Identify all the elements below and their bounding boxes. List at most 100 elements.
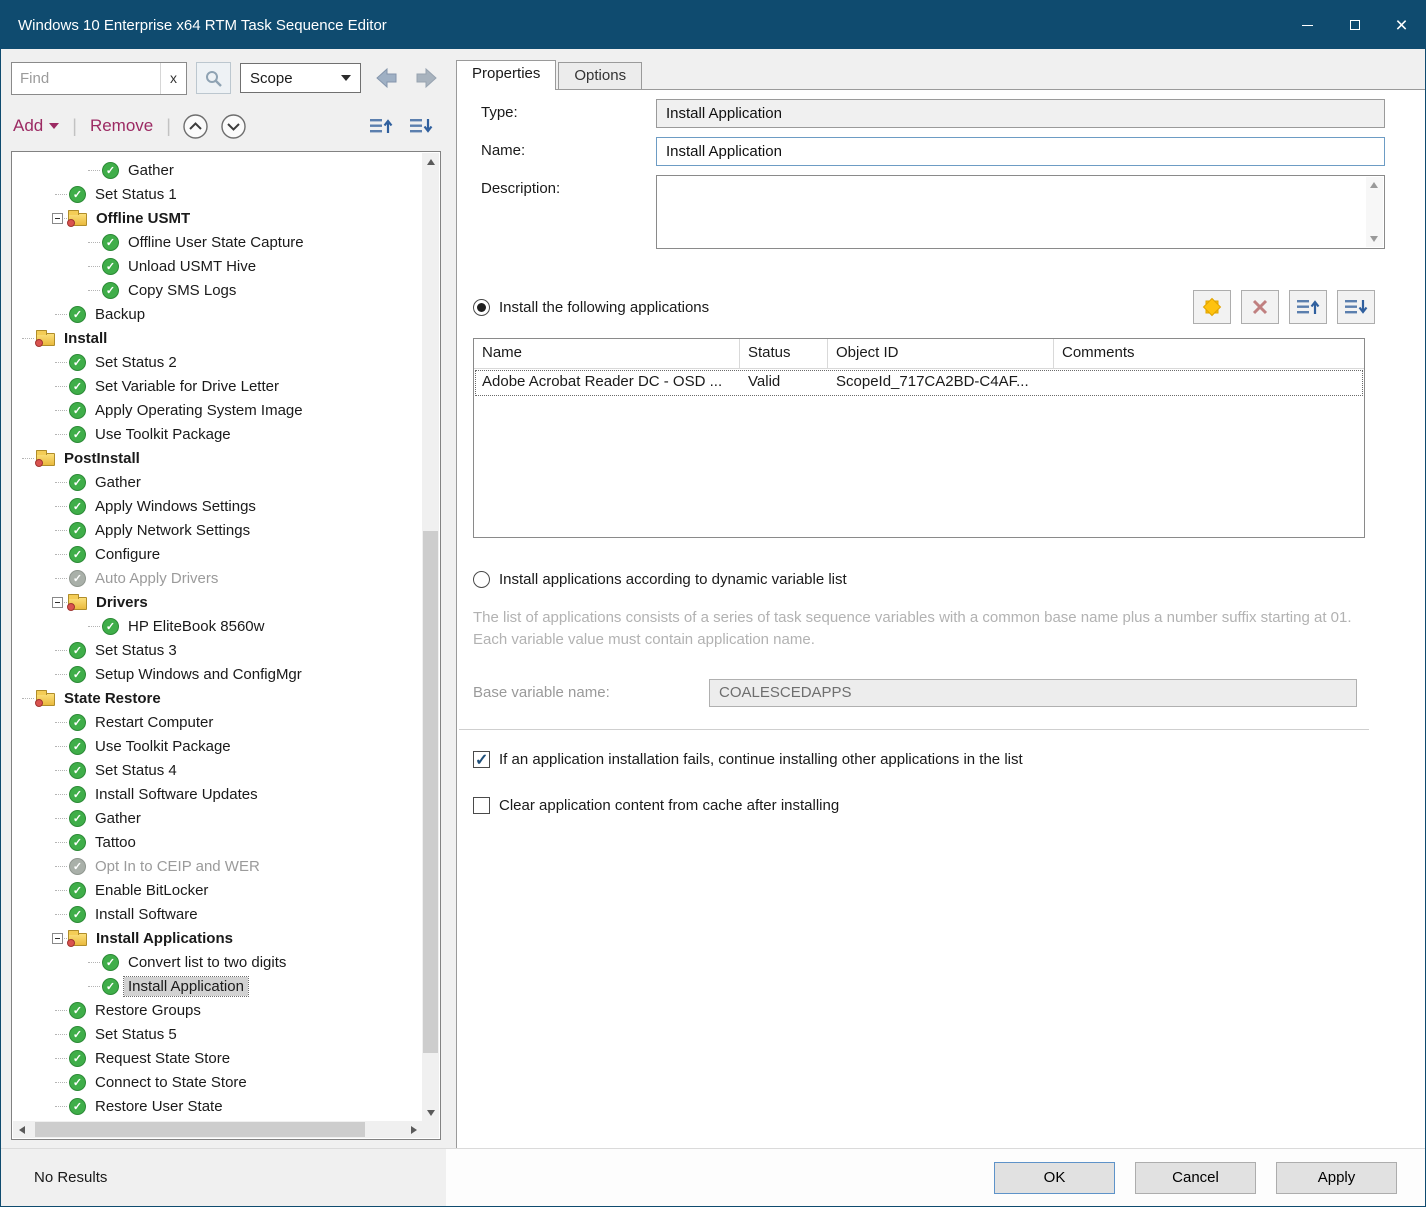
scroll-right-arrow[interactable] (405, 1121, 422, 1138)
close-button[interactable]: × (1378, 1, 1425, 49)
collapse-expander-icon[interactable] (52, 597, 63, 608)
tree-step-item[interactable]: ✓Restore User State (13, 1094, 422, 1118)
move-application-up-button[interactable] (1289, 290, 1327, 324)
name-label: Name: (481, 137, 656, 166)
tree-step-item[interactable]: ✓Opt In to CEIP and WER (13, 854, 422, 878)
column-header[interactable]: Name (474, 339, 740, 368)
tree-step-item[interactable]: ✓Unload USMT Hive (13, 254, 422, 278)
group-folder-icon (36, 333, 55, 346)
search-button[interactable] (196, 62, 231, 94)
tree-step-item[interactable]: ✓Set Status 5 (13, 1022, 422, 1046)
scroll-left-arrow[interactable] (13, 1121, 30, 1138)
column-header[interactable]: Comments (1054, 339, 1364, 368)
type-field[interactable] (656, 99, 1385, 128)
minimize-button[interactable] (1284, 1, 1331, 49)
find-clear-button[interactable]: x (160, 63, 186, 94)
ok-button[interactable]: OK (994, 1162, 1115, 1194)
tree-step-item[interactable]: ✓Set Status 1 (13, 182, 422, 206)
step-check-icon: ✓ (69, 546, 86, 563)
column-header[interactable]: Object ID (828, 339, 1054, 368)
find-next-button[interactable] (411, 63, 443, 93)
description-scrollbar[interactable] (1366, 177, 1383, 247)
tree-step-item[interactable]: ✓Restart Computer (13, 710, 422, 734)
scroll-up-arrow[interactable] (422, 153, 439, 170)
tree-step-item[interactable]: ✓Request State Store (13, 1046, 422, 1070)
tree-group-item[interactable]: Drivers (13, 590, 422, 614)
tree-step-item[interactable]: ✓Set Variable for Drive Letter (13, 374, 422, 398)
tree-step-item[interactable]: ✓Gather (13, 158, 422, 182)
group-folder-icon (36, 453, 55, 466)
continue-on-fail-checkbox[interactable] (473, 751, 490, 768)
move-application-down-button[interactable] (1337, 290, 1375, 324)
collapse-expander-icon[interactable] (52, 933, 63, 944)
find-input[interactable] (12, 70, 160, 87)
tree-step-item[interactable]: ✓Setup Windows and ConfigMgr (13, 662, 422, 686)
vertical-scrollbar[interactable] (422, 153, 439, 1121)
tree-step-item[interactable]: ✓Backup (13, 302, 422, 326)
tree-step-item[interactable]: ✓Offline User State Capture (13, 230, 422, 254)
tree-step-item[interactable]: ✓Configure (13, 542, 422, 566)
find-previous-button[interactable] (370, 63, 402, 93)
scroll-up-arrow[interactable] (1370, 182, 1378, 188)
horizontal-scrollbar[interactable] (13, 1121, 422, 1138)
tree-step-item[interactable]: ✓Tattoo (13, 830, 422, 854)
tree-step-item[interactable]: ✓Copy SMS Logs (13, 278, 422, 302)
tree-step-item[interactable]: ✓Install Software Updates (13, 782, 422, 806)
tree-step-item[interactable]: ✓Apply Network Settings (13, 518, 422, 542)
application-cell: ScopeId_717CA2BD-C4AF... (828, 369, 1054, 397)
tree-step-item[interactable]: ✓Install Software (13, 902, 422, 926)
tab-properties[interactable]: Properties (456, 60, 556, 90)
tree-step-item[interactable]: ✓HP EliteBook 8560w (13, 614, 422, 638)
tree-step-item[interactable]: ✓Gather (13, 470, 422, 494)
scroll-down-arrow[interactable] (1370, 236, 1378, 242)
tree-item-label: Use Toolkit Package (91, 425, 235, 444)
add-application-button[interactable] (1193, 290, 1231, 324)
tree-step-item[interactable]: ✓Set Status 2 (13, 350, 422, 374)
tree-step-item[interactable]: ✓Install Application (13, 974, 422, 998)
name-field[interactable] (656, 137, 1385, 166)
tree-step-item[interactable]: ✓Use Toolkit Package (13, 422, 422, 446)
tree-step-item[interactable]: ✓Enable BitLocker (13, 878, 422, 902)
maximize-button[interactable] (1331, 1, 1378, 49)
tree-group-item[interactable]: Offline USMT (13, 206, 422, 230)
tree-step-item[interactable]: ✓Set Status 4 (13, 758, 422, 782)
expand-all-button[interactable] (220, 113, 247, 140)
tree-item-label: Auto Apply Drivers (91, 569, 222, 588)
install-applications-radio[interactable] (473, 299, 490, 316)
tree-group-item[interactable]: State Restore (13, 686, 422, 710)
tree-step-item[interactable]: ✓Use Toolkit Package (13, 734, 422, 758)
move-step-down-button[interactable] (408, 115, 434, 137)
clear-cache-checkbox[interactable] (473, 797, 490, 814)
tree-group-item[interactable]: Install Applications (13, 926, 422, 950)
application-row[interactable]: Adobe Acrobat Reader DC - OSD ...ValidSc… (474, 369, 1364, 397)
tree-step-item[interactable]: ✓Gather (13, 806, 422, 830)
tree-group-item[interactable]: Install (13, 326, 422, 350)
tree-step-item[interactable]: ✓Restore Groups (13, 998, 422, 1022)
cancel-button[interactable]: Cancel (1135, 1162, 1256, 1194)
tree-step-item[interactable]: ✓Convert list to two digits (13, 950, 422, 974)
add-button[interactable]: Add (11, 116, 61, 136)
description-field[interactable] (656, 175, 1385, 249)
tree-move-icons (368, 115, 434, 137)
remove-application-button[interactable] (1241, 290, 1279, 324)
scope-dropdown[interactable]: Scope (240, 63, 361, 93)
tree-step-item[interactable]: ✓Apply Windows Settings (13, 494, 422, 518)
step-check-icon: ✓ (69, 186, 86, 203)
base-variable-field[interactable] (709, 679, 1357, 707)
tree-step-item[interactable]: ✓Auto Apply Drivers (13, 566, 422, 590)
remove-button[interactable]: Remove (88, 116, 155, 136)
scroll-down-arrow[interactable] (422, 1104, 439, 1121)
vertical-scroll-thumb[interactable] (423, 531, 438, 1054)
collapse-all-button[interactable] (182, 113, 209, 140)
tab-options[interactable]: Options (558, 62, 642, 89)
collapse-expander-icon[interactable] (52, 213, 63, 224)
apply-button[interactable]: Apply (1276, 1162, 1397, 1194)
column-header[interactable]: Status (740, 339, 828, 368)
move-step-up-button[interactable] (368, 115, 394, 137)
tree-group-item[interactable]: PostInstall (13, 446, 422, 470)
horizontal-scroll-thumb[interactable] (35, 1122, 365, 1137)
tree-step-item[interactable]: ✓Connect to State Store (13, 1070, 422, 1094)
tree-step-item[interactable]: ✓Set Status 3 (13, 638, 422, 662)
dynamic-variable-radio[interactable] (473, 571, 490, 588)
tree-step-item[interactable]: ✓Apply Operating System Image (13, 398, 422, 422)
